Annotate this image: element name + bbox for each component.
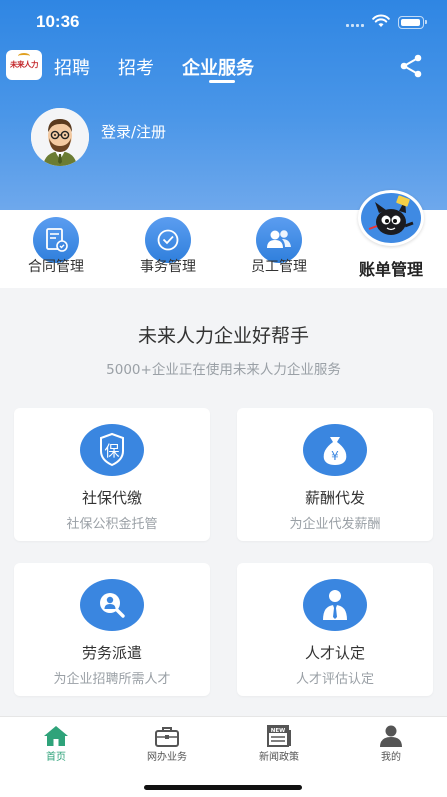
service-card-social-insurance[interactable]: 保 社保代缴 社保公积金托管 — [14, 408, 210, 541]
tab-enterprise-service[interactable]: 企业服务 — [182, 54, 254, 80]
wifi-icon — [372, 14, 390, 27]
talent-person-icon — [303, 579, 367, 631]
header: 10:36 未来人力 招聘 招考 企业服务 登录/注册 — [0, 0, 447, 210]
signal-icon — [346, 21, 364, 27]
quick-action-label: 账单管理 — [358, 260, 423, 279]
tab-exam[interactable]: 招考 — [118, 54, 154, 80]
status-time: 10:36 — [36, 12, 80, 31]
service-card-talent-certification[interactable]: 人才认定 人才评估认定 — [237, 563, 433, 696]
briefcase-icon — [155, 727, 179, 747]
bottom-nav-mine[interactable]: 我的 — [356, 717, 426, 777]
service-card-payroll[interactable]: ¥ 薪酬代发 为企业代发薪酬 — [237, 408, 433, 541]
home-indicator — [144, 785, 302, 790]
bottom-nav-label: 新闻政策 — [259, 752, 299, 763]
bottom-nav-news-policy[interactable]: NEW 新闻政策 — [244, 717, 314, 777]
bottom-nav-label: 网办业务 — [147, 752, 187, 763]
logo-text: 未来人力 — [10, 60, 39, 69]
user-icon — [380, 725, 402, 747]
bottom-nav-home[interactable]: 首页 — [21, 717, 91, 777]
search-person-icon — [80, 579, 144, 631]
share-icon[interactable] — [398, 53, 424, 79]
service-title: 社保代缴 — [81, 489, 142, 507]
login-register-link[interactable]: 登录/注册 — [101, 121, 166, 142]
quick-action-label: 事务管理 — [140, 259, 196, 275]
bottom-nav-label: 我的 — [381, 752, 401, 763]
service-title: 劳务派遣 — [81, 644, 142, 662]
active-tab-indicator — [209, 80, 235, 83]
service-title: 薪酬代发 — [304, 489, 365, 507]
home-icon — [44, 726, 68, 746]
battery-icon — [398, 16, 427, 29]
quick-action-employees[interactable]: 员工管理 — [224, 210, 324, 288]
money-bag-icon: ¥ — [303, 424, 367, 476]
service-subtitle: 人才评估认定 — [295, 672, 374, 687]
tab-recruit[interactable]: 招聘 — [54, 54, 90, 80]
app-logo[interactable]: 未来人力 — [6, 50, 42, 80]
social-insurance-icon: 保 — [80, 424, 144, 476]
service-title: 人才认定 — [304, 644, 365, 662]
quick-action-label: 合同管理 — [28, 259, 84, 275]
newspaper-icon: NEW — [267, 725, 291, 747]
service-subtitle: 为企业代发薪酬 — [289, 517, 381, 532]
status-bar: 10:36 — [0, 0, 447, 44]
service-subtitle: 为企业招聘所需人才 — [53, 672, 171, 687]
bottom-nav-online-business[interactable]: 网办业务 — [132, 717, 202, 777]
section-title: 未来人力企业好帮手 — [137, 325, 309, 347]
news-badge-text: NEW — [271, 728, 285, 734]
service-card-labor-dispatch[interactable]: 劳务派遣 为企业招聘所需人才 — [14, 563, 210, 696]
quick-action-label: 员工管理 — [251, 259, 307, 275]
avatar[interactable] — [31, 108, 89, 166]
bill-mascot-icon[interactable] — [358, 190, 424, 246]
quick-action-affairs[interactable]: 事务管理 — [112, 210, 212, 288]
service-subtitle: 社保公积金托管 — [66, 517, 158, 532]
money-bag-glyph: ¥ — [331, 449, 339, 463]
section-subtitle: 5000+企业正在使用未来人力企业服务 — [106, 362, 341, 378]
quick-action-contract[interactable]: 合同管理 — [0, 210, 100, 288]
social-insurance-glyph: 保 — [104, 442, 119, 460]
bottom-nav-label: 首页 — [46, 752, 66, 763]
